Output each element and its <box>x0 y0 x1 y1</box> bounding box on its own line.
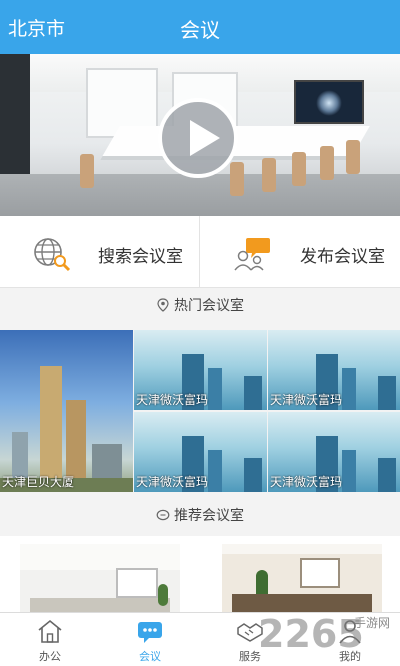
tab-label: 我的 <box>339 650 361 663</box>
recommended-rooms-title: 推荐会议室 <box>174 508 244 524</box>
tile-building <box>342 368 356 410</box>
tab-office[interactable]: 办公 <box>0 613 100 666</box>
page-title: 会议 <box>180 18 220 42</box>
banner-chair <box>262 158 276 192</box>
search-meeting-room-button[interactable]: 搜索会议室 <box>0 216 200 288</box>
tile-building <box>208 450 222 492</box>
hot-room-card[interactable]: 天津微沃富玛 <box>268 412 400 492</box>
play-video-icon[interactable] <box>158 98 238 178</box>
room-sofa <box>232 594 372 612</box>
recommended-room-card[interactable] <box>222 544 382 612</box>
tile-building <box>244 458 262 492</box>
hot-room-caption: 天津巨贝大厦 <box>2 475 75 489</box>
banner-floor <box>0 174 400 216</box>
publish-meeting-room-label: 发布会议室 <box>300 247 385 267</box>
publish-meeting-room-button[interactable]: 发布会议室 <box>200 216 400 288</box>
tile-building <box>244 376 262 410</box>
tab-service[interactable]: 服务 <box>200 613 300 666</box>
tab-label: 会议 <box>139 650 161 663</box>
banner-chair <box>346 140 360 174</box>
banner-chair <box>80 154 94 188</box>
room-plant <box>158 584 168 606</box>
hot-room-card[interactable]: 天津微沃富玛 <box>268 330 400 410</box>
room-whiteboard <box>116 568 158 598</box>
recommended-rooms-list <box>0 536 400 612</box>
tile-building <box>378 458 396 492</box>
conference-room-banner[interactable] <box>0 54 400 216</box>
hot-room-caption: 天津微沃富玛 <box>270 475 343 489</box>
recommended-room-card[interactable] <box>20 544 180 612</box>
tab-mine[interactable]: 我的 <box>300 613 400 666</box>
globe-search-icon <box>34 238 71 272</box>
banner-chair <box>292 152 306 186</box>
hot-room-caption: 天津微沃富玛 <box>136 393 209 407</box>
handshake-icon <box>237 623 263 642</box>
tile-building <box>378 376 396 410</box>
hot-room-caption: 天津微沃富玛 <box>270 393 343 407</box>
app-header: 北京市 会议 <box>0 0 400 54</box>
bottom-tab-bar: 办公 会议 服务 我的 <box>0 612 400 666</box>
hot-room-caption: 天津微沃富玛 <box>136 475 209 489</box>
chat-dots-icon <box>138 622 162 643</box>
hot-room-card[interactable]: 天津微沃富玛 <box>134 330 267 410</box>
tab-meeting[interactable]: 会议 <box>100 613 200 666</box>
hot-rooms-heading: 热门会议室 <box>0 286 400 326</box>
room-picture <box>300 558 340 588</box>
recommended-rooms-heading: 推荐会议室 <box>0 496 400 536</box>
hot-room-card[interactable]: 天津微沃富玛 <box>134 412 267 492</box>
chat-bubble-icon <box>156 509 170 521</box>
tile-building <box>342 450 356 492</box>
quick-actions: 搜索会议室 发布会议室 <box>0 216 400 288</box>
banner-chair <box>320 146 334 180</box>
tab-label: 办公 <box>39 650 61 663</box>
search-meeting-room-label: 搜索会议室 <box>98 247 183 267</box>
hot-rooms-grid: 天津巨贝大厦 天津微沃富玛 天津微沃富玛 天津微沃富玛 天津微沃富玛 <box>0 330 400 492</box>
room-ceiling <box>20 544 180 570</box>
banner-chair <box>230 162 244 196</box>
hot-room-card[interactable]: 天津巨贝大厦 <box>0 330 133 492</box>
tile-building <box>208 368 222 410</box>
tab-label: 服务 <box>239 650 261 663</box>
person-icon <box>339 620 361 644</box>
banner-screen <box>294 80 364 124</box>
hot-rooms-title: 热门会议室 <box>174 298 244 314</box>
room-table <box>30 598 170 612</box>
location-pin-icon <box>157 298 169 312</box>
room-ceiling <box>222 544 382 554</box>
home-icon <box>38 619 62 643</box>
people-chat-icon <box>234 238 270 271</box>
